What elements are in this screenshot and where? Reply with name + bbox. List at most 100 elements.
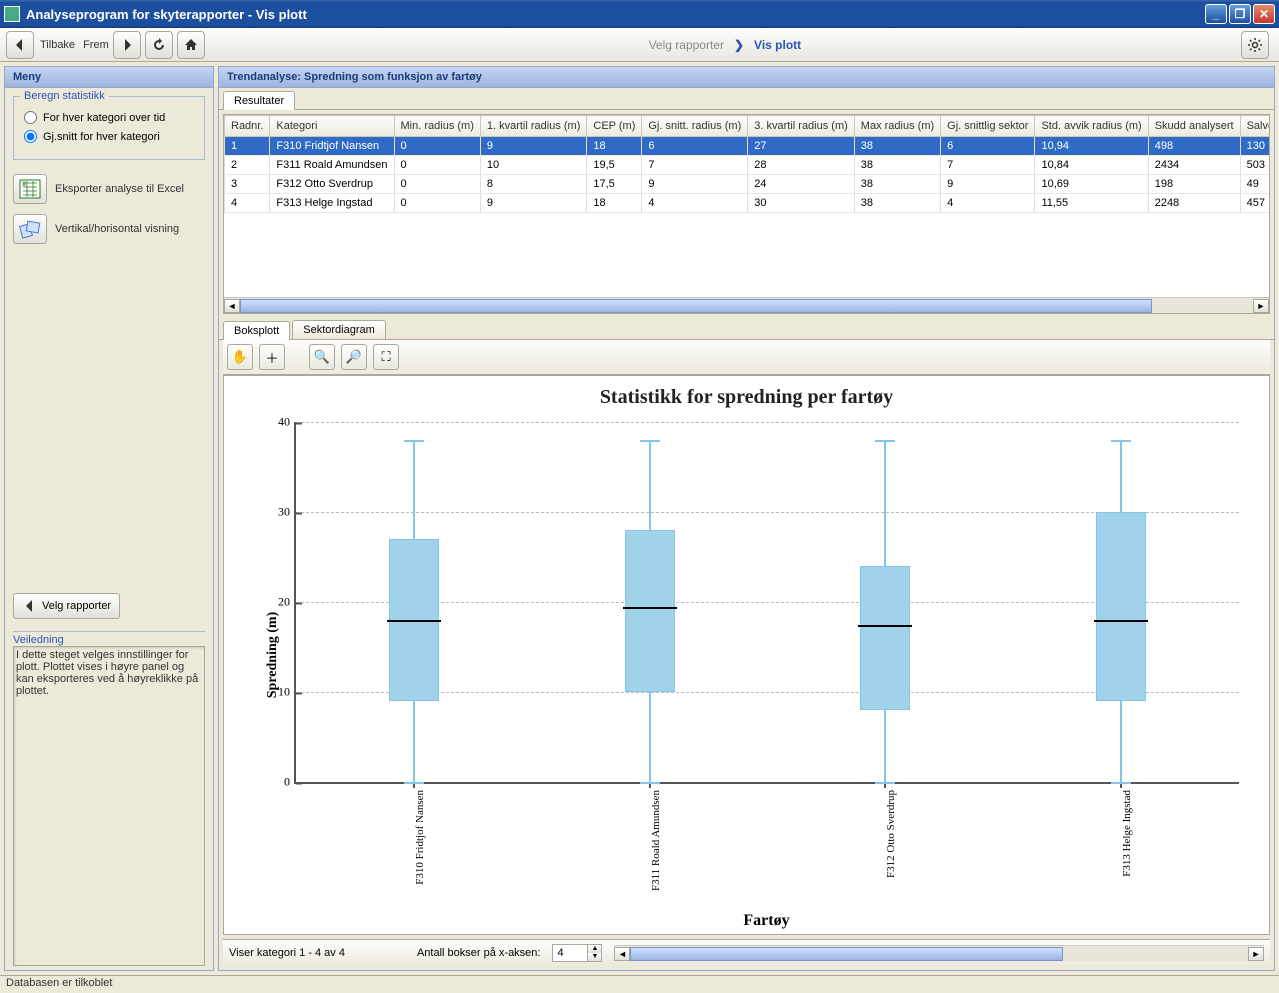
table-cell: 9: [480, 137, 587, 156]
table-cell: 198: [1148, 175, 1240, 194]
plus-icon: ＋: [265, 348, 278, 367]
plot-horizontal-scrollbar[interactable]: ◄ ►: [614, 945, 1264, 961]
column-header[interactable]: 3. kvartil radius (m): [748, 116, 855, 137]
home-icon: [183, 37, 199, 53]
table-cell: 0: [394, 137, 480, 156]
nav-back-button[interactable]: [6, 31, 34, 59]
x-boxes-input[interactable]: [553, 945, 587, 961]
breadcrumb-current[interactable]: Vis plott: [754, 38, 801, 52]
tab-results[interactable]: Resultater: [223, 91, 295, 110]
refresh-button[interactable]: [145, 31, 173, 59]
window-titlebar: Analyseprogram for skyterapporter - Vis …: [0, 0, 1279, 28]
window-minimize-button[interactable]: _: [1205, 4, 1227, 24]
table-row[interactable]: 2F311 Roald Amundsen01019,572838710,8424…: [225, 156, 1270, 175]
hand-icon: ✋: [232, 349, 248, 365]
export-excel-label: Eksporter analyse til Excel: [55, 183, 184, 195]
table-row[interactable]: 1F310 Fridtjof Nansen091862738610,944981…: [225, 137, 1270, 156]
plot-scroll-left-button[interactable]: ◄: [614, 947, 630, 961]
column-header[interactable]: Skudd analysert: [1148, 116, 1240, 137]
column-header[interactable]: Std. avvik radius (m): [1035, 116, 1148, 137]
results-table[interactable]: Radnr.KategoriMin. radius (m)1. kvartil …: [224, 115, 1269, 213]
column-header[interactable]: Min. radius (m): [394, 116, 480, 137]
stat-legend: Beregn statistikk: [20, 90, 109, 102]
radio-input-1[interactable]: [24, 111, 37, 124]
table-row[interactable]: 3F312 Otto Sverdrup0817,592438910,691984…: [225, 175, 1270, 194]
box-group: [860, 422, 910, 782]
results-tabstrip: Resultater: [219, 88, 1274, 110]
select-reports-button[interactable]: Velg rapporter: [13, 593, 120, 619]
column-header[interactable]: CEP (m): [587, 116, 642, 137]
box-group: [1096, 422, 1146, 782]
table-cell: 9: [480, 194, 587, 213]
radio-input-2[interactable]: [24, 130, 37, 143]
table-horizontal-scrollbar[interactable]: ◄ ►: [224, 297, 1269, 313]
table-cell: 7: [941, 156, 1035, 175]
plot-area: 010203040F310 Fridtjof NansenF311 Roald …: [294, 422, 1239, 784]
table-row[interactable]: 4F313 Helge Ingstad091843038411,55224845…: [225, 194, 1270, 213]
export-excel-button[interactable]: X Eksporter analyse til Excel: [13, 174, 205, 204]
y-tick-label: 0: [284, 775, 296, 790]
zoom-out-button[interactable]: 🔎: [341, 344, 367, 370]
status-bar: Databasen er tilkoblet: [0, 975, 1279, 993]
table-cell: 2434: [1148, 156, 1240, 175]
column-header[interactable]: Radnr.: [225, 116, 270, 137]
table-cell: 4: [225, 194, 270, 213]
plot-toolbar: ✋ ＋ 🔍 🔎 ⛶: [223, 340, 1270, 375]
x-boxes-spinner[interactable]: ▲▼: [552, 944, 602, 962]
scroll-thumb[interactable]: [240, 299, 1152, 313]
column-header[interactable]: Gj. snittlig sektor: [941, 116, 1035, 137]
radio-per-category-over-time[interactable]: For hver kategori over tid: [24, 111, 194, 124]
box-group: [625, 422, 675, 782]
main-toolbar: Tilbake Frem Velg rapporter ❯ Vis plott: [0, 28, 1279, 62]
column-header[interactable]: Gj. snitt. radius (m): [642, 116, 748, 137]
table-cell: 2248: [1148, 194, 1240, 213]
window-title: Analyseprogram for skyterapporter - Vis …: [26, 7, 1205, 22]
table-cell: 10: [480, 156, 587, 175]
scroll-right-button[interactable]: ►: [1253, 299, 1269, 313]
status-text: Databasen er tilkoblet: [6, 977, 112, 989]
table-cell: 10,94: [1035, 137, 1148, 156]
table-cell: 19,5: [587, 156, 642, 175]
toggle-orientation-button[interactable]: Vertikal/horisontal visning: [13, 214, 205, 244]
window-close-button[interactable]: ✕: [1253, 4, 1275, 24]
box-group: [389, 422, 439, 782]
zoom-in-button[interactable]: 🔍: [309, 344, 335, 370]
x-tick-label: F312 Otto Sverdrup: [885, 790, 897, 878]
fit-icon: ⛶: [381, 349, 390, 365]
nav-forward-button[interactable]: [113, 31, 141, 59]
breadcrumb-prev[interactable]: Velg rapporter: [649, 38, 724, 52]
radio-avg-per-category[interactable]: Gj.snitt for hver kategori: [24, 130, 194, 143]
spinner-up-button[interactable]: ▲: [587, 945, 601, 953]
gear-icon: [1247, 37, 1263, 53]
nav-forward-label: Frem: [83, 39, 109, 51]
plot-footer-bar: Viser kategori 1 - 4 av 4 Antall bokser …: [223, 939, 1270, 966]
table-cell: 6: [642, 137, 748, 156]
window-maximize-button[interactable]: ❐: [1229, 4, 1251, 24]
spinner-down-button[interactable]: ▼: [587, 953, 601, 961]
table-cell: F313 Helge Ingstad: [270, 194, 394, 213]
table-cell: F312 Otto Sverdrup: [270, 175, 394, 194]
pan-tool-button[interactable]: ✋: [227, 344, 253, 370]
zoom-fit-button[interactable]: ⛶: [373, 344, 399, 370]
table-cell: 9: [642, 175, 748, 194]
tab-sector[interactable]: Sektordiagram: [292, 320, 386, 339]
column-header[interactable]: Max radius (m): [854, 116, 940, 137]
results-table-wrap: Radnr.KategoriMin. radius (m)1. kvartil …: [223, 114, 1270, 314]
boxplot-chart[interactable]: Statistikk for spredning per fartøy Spre…: [223, 375, 1270, 935]
home-button[interactable]: [177, 31, 205, 59]
sidebar: Meny Beregn statistikk For hver kategori…: [4, 66, 214, 971]
tab-boxplot[interactable]: Boksplott: [223, 321, 290, 340]
column-header[interactable]: Salve analy: [1240, 116, 1269, 137]
scroll-left-button[interactable]: ◄: [224, 299, 240, 313]
column-header[interactable]: 1. kvartil radius (m): [480, 116, 587, 137]
settings-button[interactable]: [1241, 31, 1269, 59]
table-cell: 7: [642, 156, 748, 175]
content-header: Trendanalyse: Spredning som funksjon av …: [219, 67, 1274, 88]
column-header[interactable]: Kategori: [270, 116, 394, 137]
table-cell: 0: [394, 156, 480, 175]
table-cell: F311 Roald Amundsen: [270, 156, 394, 175]
crosshair-tool-button[interactable]: ＋: [259, 344, 285, 370]
plot-scroll-right-button[interactable]: ►: [1248, 947, 1264, 961]
plot-scroll-thumb[interactable]: [630, 947, 1062, 961]
table-cell: 18: [587, 137, 642, 156]
